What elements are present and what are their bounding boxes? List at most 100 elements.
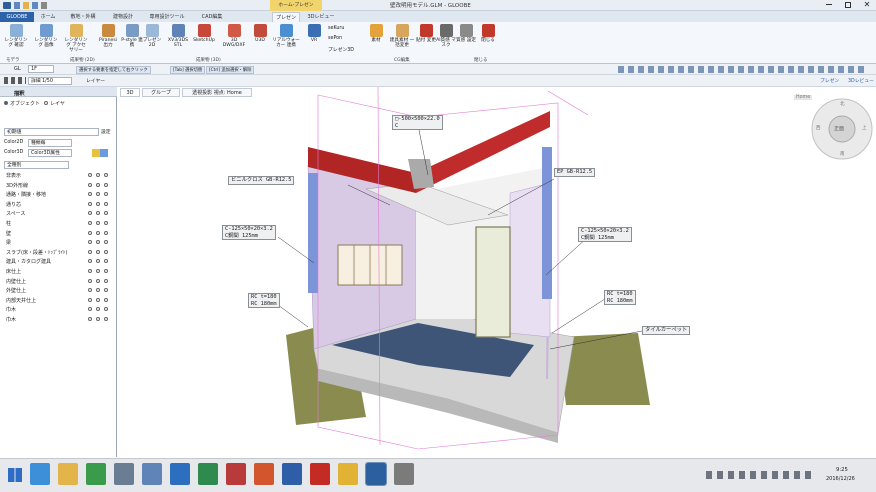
layer-visibility-radio[interactable]	[88, 317, 92, 321]
color3d-select[interactable]: Color3D属性	[28, 149, 72, 157]
ribbon-small-button-1[interactable]: sePon	[328, 36, 342, 41]
tab-cad[interactable]: CAD編集	[194, 12, 230, 22]
layer-visibility-radio[interactable]	[88, 307, 92, 312]
start-icon[interactable]	[8, 468, 22, 482]
tab-gloobe[interactable]: GLOOBE	[0, 12, 34, 22]
layer-visibility-radio[interactable]	[96, 192, 100, 197]
layer-row[interactable]: スペース	[6, 210, 25, 217]
layer-visibility-radio[interactable]	[88, 269, 92, 273]
navcube-top-label[interactable]: 上	[862, 125, 867, 131]
layer-visibility-radio[interactable]	[88, 192, 92, 197]
layer-visibility-radio[interactable]	[104, 288, 108, 293]
layer-visibility-radio[interactable]	[104, 297, 108, 302]
layer-visibility-radio[interactable]	[96, 278, 100, 283]
taskbar-acrobat-icon[interactable]	[310, 463, 330, 485]
radio-layer[interactable]	[44, 101, 48, 105]
maximize-icon[interactable]	[845, 2, 851, 8]
tab-site[interactable]: 敷地・外構	[64, 12, 102, 22]
layer-visibility-radio[interactable]	[104, 269, 108, 273]
layer-visibility-radio[interactable]	[104, 173, 108, 177]
ribbon-button-6[interactable]: XV3/3DS STL	[164, 24, 192, 48]
tab-special[interactable]: 専用設計ツール	[144, 12, 190, 22]
layer-visibility-radio[interactable]	[104, 192, 108, 197]
layer-visibility-radio[interactable]	[96, 259, 100, 264]
ribbon-button-9[interactable]: U3D	[248, 24, 272, 43]
layer-visibility-radio[interactable]	[104, 240, 108, 245]
layer-visibility-radio[interactable]	[104, 201, 108, 206]
ribbon-button-13[interactable]: 建具素材 一括変更	[388, 24, 416, 48]
layer-row[interactable]: 3D外形線	[6, 182, 28, 189]
layer-row[interactable]: 柱	[6, 220, 11, 227]
layer-visibility-radio[interactable]	[88, 182, 92, 187]
navcube-front-label[interactable]: 正面	[834, 125, 844, 132]
taskbar-ie-icon[interactable]	[30, 463, 50, 485]
preset-button[interactable]: 設定	[101, 128, 111, 135]
layer-row[interactable]: 非表示	[6, 172, 21, 179]
radio-object[interactable]	[4, 101, 8, 105]
ribbon-button-10[interactable]: リアルウォーカー 連携	[272, 24, 300, 48]
layer-row[interactable]: 壁	[6, 230, 11, 237]
layer-row[interactable]: スラブ(床・段差・ﾄｯﾌﾟﾗｲﾄ)	[6, 249, 67, 256]
layer-row[interactable]: 通り芯	[6, 201, 21, 208]
clock-time[interactable]: 9:25	[836, 467, 848, 473]
tab-3dreview-right[interactable]: 3Dレビュー	[848, 77, 874, 84]
layer-visibility-radio[interactable]	[96, 240, 100, 245]
ribbon-button-0[interactable]: レンダリング 確認	[4, 24, 28, 48]
layer-visibility-radio[interactable]	[88, 259, 92, 264]
layer-visibility-radio[interactable]	[104, 211, 108, 216]
layer-visibility-radio[interactable]	[96, 221, 100, 225]
color2d-select[interactable]: 種類毎	[28, 139, 72, 147]
layer-visibility-radio[interactable]	[104, 230, 108, 235]
taskbar-network-icon[interactable]	[142, 463, 162, 485]
ribbon-button-17[interactable]: 閉じる	[476, 24, 500, 43]
ribbon-button-1[interactable]: レンダリング 画像	[34, 24, 58, 48]
tab-presentation-right[interactable]: プレゼン	[820, 77, 839, 84]
layer-visibility-radio[interactable]	[96, 211, 100, 216]
layer-visibility-radio[interactable]	[96, 230, 100, 235]
quick-access-toolbar[interactable]	[14, 2, 54, 9]
scale-select[interactable]: 詳細 1/50	[28, 77, 72, 85]
layer-row[interactable]: 内部天井仕上	[6, 297, 36, 304]
layer-button[interactable]: レイヤー	[86, 77, 105, 84]
layer-visibility-radio[interactable]	[88, 201, 92, 206]
layer-visibility-radio[interactable]	[96, 317, 100, 321]
filter-select[interactable]: 全種別	[4, 161, 69, 169]
layer-row[interactable]: 通路・隣接・移地	[6, 191, 46, 198]
layer-row[interactable]: 外壁仕上	[6, 287, 26, 294]
app-icon[interactable]	[3, 2, 11, 9]
navcube-home-label[interactable]: Home	[794, 95, 813, 100]
layer-visibility-radio[interactable]	[96, 269, 100, 273]
taskbar-explorer-icon[interactable]	[58, 463, 78, 485]
ribbon-button-7[interactable]: SketchUp	[192, 24, 216, 43]
minimize-icon[interactable]	[826, 4, 832, 5]
taskbar-gloobe-icon[interactable]	[365, 462, 387, 486]
tray-icons[interactable]	[706, 471, 816, 479]
tab-home[interactable]: ホーム	[36, 12, 60, 22]
layer-visibility-radio[interactable]	[104, 182, 108, 187]
layer-visibility-radio[interactable]	[88, 173, 92, 177]
layer-row[interactable]: 梁	[6, 239, 11, 246]
ribbon-button-8[interactable]: 3D DWG/DXF	[222, 24, 246, 48]
layer-visibility-radio[interactable]	[88, 288, 92, 293]
layer-row[interactable]: 巾木	[6, 316, 16, 323]
ribbon-small-button-2[interactable]: プレゼン3D	[328, 46, 354, 53]
close-icon[interactable]: ✕	[862, 0, 872, 10]
taskbar-word-icon[interactable]	[282, 463, 302, 485]
clock-date[interactable]: 2016/12/26	[826, 476, 855, 482]
layer-visibility-radio[interactable]	[88, 211, 92, 216]
layer-visibility-radio[interactable]	[88, 221, 92, 225]
color-swatch-icon[interactable]	[92, 149, 108, 157]
layer-visibility-radio[interactable]	[88, 278, 92, 283]
layer-visibility-radio[interactable]	[88, 249, 92, 254]
layer-visibility-radio[interactable]	[96, 249, 100, 254]
tab-building[interactable]: 建物設計	[106, 12, 140, 22]
layer-visibility-radio[interactable]	[104, 307, 108, 312]
view-toolbar-icons[interactable]	[618, 66, 868, 73]
tool-icons[interactable]	[4, 77, 26, 84]
layer-visibility-radio[interactable]	[104, 317, 108, 321]
layer-visibility-radio[interactable]	[96, 173, 100, 177]
layer-visibility-radio[interactable]	[88, 240, 92, 245]
taskbar-store-icon[interactable]	[86, 463, 106, 485]
layer-row[interactable]: 内壁仕上	[6, 278, 26, 285]
taskbar-excel-icon[interactable]	[198, 463, 218, 485]
